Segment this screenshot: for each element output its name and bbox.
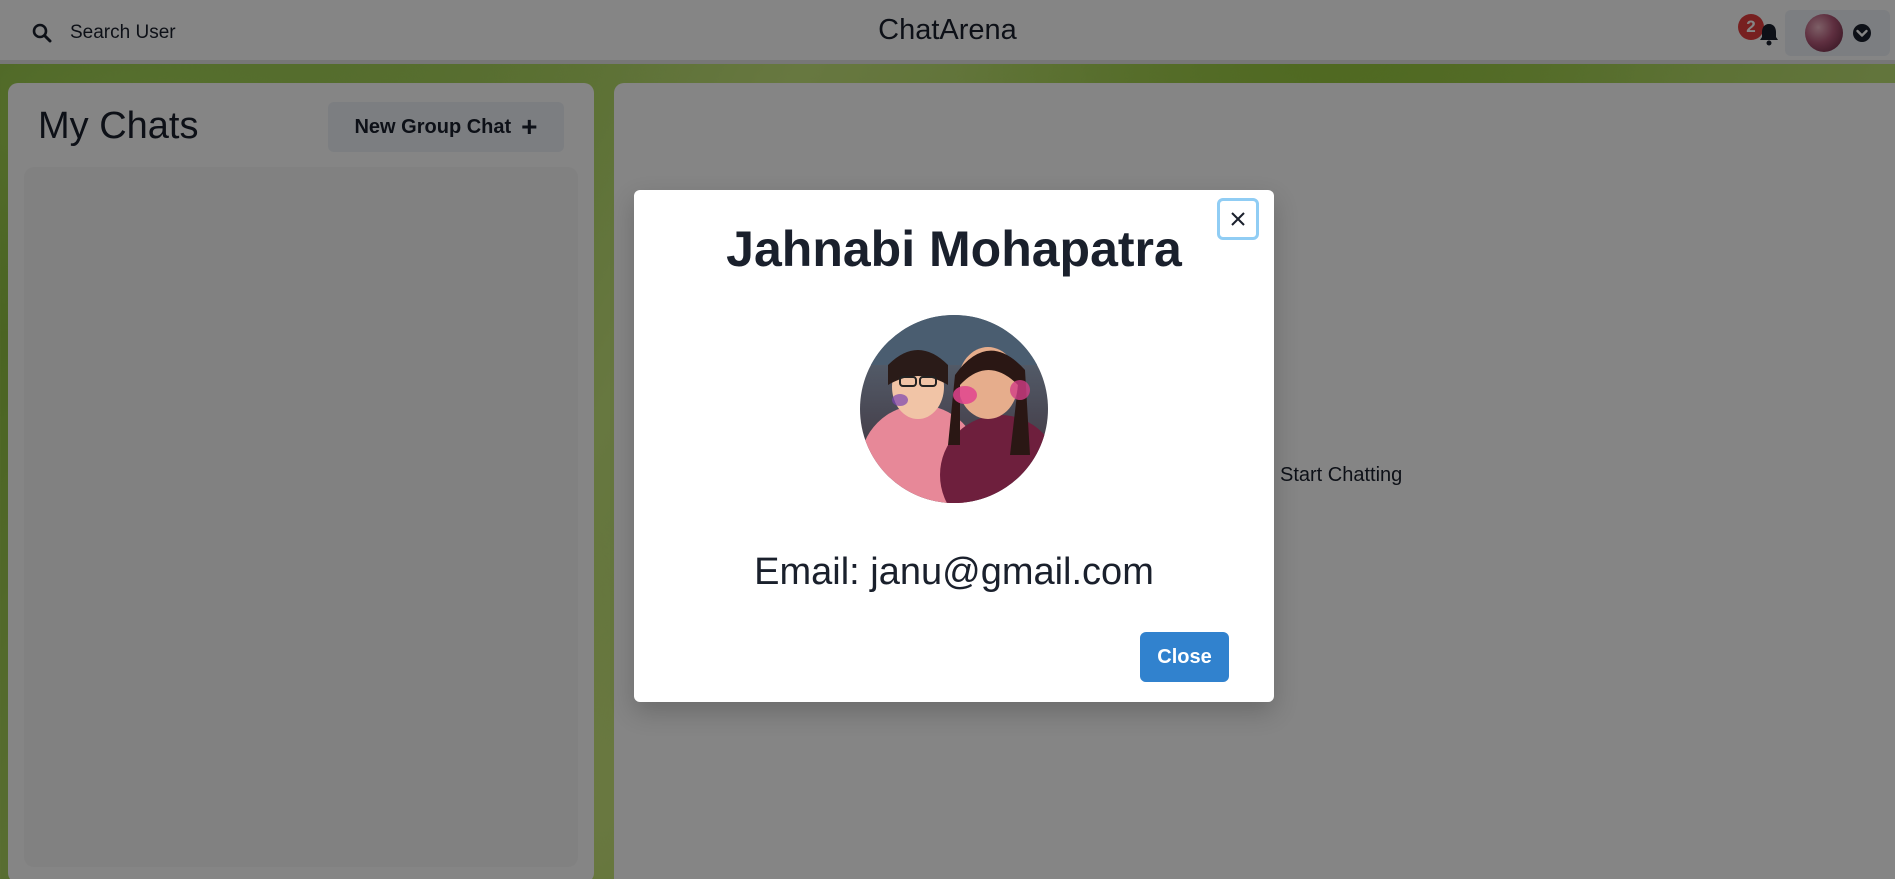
profile-picture — [860, 315, 1048, 503]
close-button[interactable]: Close — [1140, 632, 1229, 682]
close-icon — [1231, 212, 1245, 226]
modal-close-x-button[interactable] — [1217, 198, 1259, 240]
profile-email: Email: janu@gmail.com — [754, 551, 1154, 593]
profile-modal: Jahnabi Mohapatra Email: janu@gmail.com … — [634, 190, 1274, 702]
profile-name: Jahnabi Mohapatra — [726, 221, 1182, 277]
